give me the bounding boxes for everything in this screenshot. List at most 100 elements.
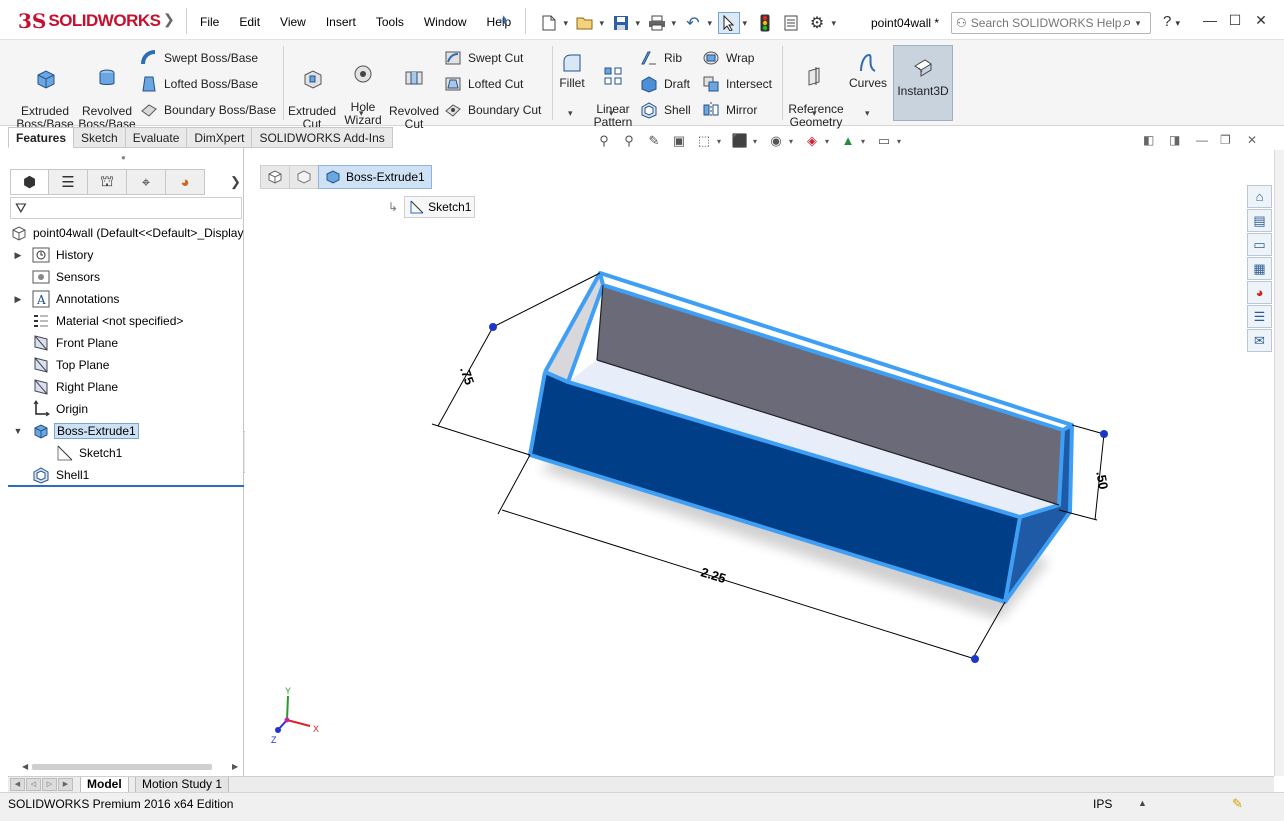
menu-window[interactable]: Window <box>414 15 477 29</box>
open-folder-icon[interactable] <box>574 12 604 34</box>
file-explorer-icon[interactable]: ▭ <box>1247 233 1272 256</box>
wrap-button[interactable]: Wrap <box>702 48 754 68</box>
pin-icon[interactable]: ✈ <box>499 13 510 29</box>
tab-motion-study[interactable]: Motion Study 1 <box>135 777 230 793</box>
close-window-button[interactable]: ✕ <box>1251 12 1271 30</box>
property-manager-tab-icon[interactable]: ☰ <box>49 169 88 195</box>
menu-edit[interactable]: Edit <box>229 15 270 29</box>
tab-model[interactable]: Model <box>80 777 129 793</box>
extruded-cut-button[interactable]: Extruded Cut <box>284 54 340 131</box>
swept-cut-button[interactable]: Swept Cut <box>444 48 523 68</box>
panel-splitter-handle[interactable]: ● <box>121 153 126 162</box>
expand-arrow-icon[interactable]: ▶ <box>13 294 23 305</box>
curves-button[interactable]: Curves <box>848 52 888 90</box>
tree-item-right-plane[interactable]: Right Plane <box>8 376 244 398</box>
tree-item-history[interactable]: ▶ History <box>8 244 244 266</box>
tab-sketch[interactable]: Sketch <box>74 127 126 148</box>
graphics-area[interactable] <box>245 150 1274 776</box>
viewport-maximize-icon[interactable]: ❐ <box>1220 133 1231 147</box>
viewport-restore-icon[interactable]: ◧ <box>1143 133 1154 147</box>
curves-dropdown-icon[interactable]: ▾ <box>865 108 870 119</box>
boundary-boss-button[interactable]: Boundary Boss/Base <box>140 100 276 120</box>
extruded-boss-button[interactable]: Extruded Boss/Base <box>14 54 76 131</box>
appearances-scenes-icon[interactable]: ◕ <box>1247 281 1272 304</box>
rib-button[interactable]: Rib <box>640 48 682 68</box>
tree-item-shell1[interactable]: Shell1 <box>8 464 244 486</box>
scroll-thumb[interactable] <box>32 764 212 770</box>
mirror-button[interactable]: Mirror <box>702 100 757 120</box>
previous-view-icon[interactable]: ✎ <box>644 132 664 150</box>
configuration-manager-tab-icon[interactable]: ⛫ <box>88 169 127 195</box>
tree-item-origin[interactable]: Origin <box>8 398 244 420</box>
rebuild-traffic-light-icon[interactable] <box>754 12 776 34</box>
help-search-box[interactable]: ⚇ ⌕ ▾ <box>951 12 1151 34</box>
tree-item-front-plane[interactable]: Front Plane <box>8 332 244 354</box>
forum-icon[interactable]: ✉ <box>1247 329 1272 352</box>
tab-features[interactable]: Features <box>8 127 75 148</box>
help-search-input[interactable] <box>970 16 1121 30</box>
tree-root-part[interactable]: point04wall (Default<<Default>_Display <box>8 222 244 244</box>
draft-button[interactable]: Draft <box>640 74 690 94</box>
apply-scene-icon[interactable]: ▲ <box>838 132 865 151</box>
collapse-arrow-icon[interactable]: ▼ <box>13 426 23 436</box>
save-icon[interactable] <box>610 12 640 34</box>
menu-insert[interactable]: Insert <box>316 15 366 29</box>
tab-evaluate[interactable]: Evaluate <box>125 127 188 148</box>
solidworks-resources-home-icon[interactable]: ⌂ <box>1247 185 1272 208</box>
tree-item-boss-extrude1[interactable]: ▼ Boss-Extrude1 <box>8 420 244 442</box>
units-selector[interactable]: IPS <box>1093 797 1112 811</box>
lofted-cut-button[interactable]: Lofted Cut <box>444 74 523 94</box>
menu-view[interactable]: View <box>270 15 316 29</box>
menu-file[interactable]: File <box>190 15 229 29</box>
reference-geometry-dropdown-icon[interactable]: ▾ <box>812 108 817 119</box>
fillet-button[interactable]: Fillet <box>556 52 588 90</box>
next-tab-icon[interactable]: ▷ <box>42 778 57 791</box>
viewport-close-icon[interactable]: ✕ <box>1247 133 1257 147</box>
tree-horizontal-scrollbar[interactable]: ◀ ▶ <box>22 762 240 772</box>
chevron-right-icon[interactable]: ❯ <box>163 11 183 31</box>
breadcrumb-body[interactable] <box>289 165 319 189</box>
breadcrumb-sketch[interactable]: Sketch1 <box>404 196 476 218</box>
dimxpert-manager-tab-icon[interactable]: ⌖ <box>127 169 166 195</box>
solidworks-logo[interactable]: 3S SOLIDWORKS <box>18 6 161 36</box>
display-manager-tab-icon[interactable]: ◕ <box>166 169 205 195</box>
tree-item-sensors[interactable]: Sensors <box>8 266 244 288</box>
shell-button[interactable]: Shell <box>640 100 691 120</box>
rollback-bar[interactable] <box>8 485 244 487</box>
linear-pattern-dropdown-icon[interactable]: ▾ <box>609 108 614 119</box>
select-arrow-icon[interactable] <box>718 12 747 34</box>
rebuild-status-icon[interactable]: ✎ <box>1232 796 1243 812</box>
breadcrumb-part[interactable] <box>260 165 290 189</box>
undo-icon[interactable]: ↶ <box>682 12 712 34</box>
section-view-icon[interactable]: ▣ <box>669 132 689 150</box>
search-magnifier-icon[interactable]: ⌕ <box>1123 14 1132 32</box>
custom-properties-icon[interactable]: ☰ <box>1247 305 1272 328</box>
tab-dimxpert[interactable]: DimXpert <box>187 127 253 148</box>
menu-tools[interactable]: Tools <box>366 15 414 29</box>
hole-wizard-dropdown-icon[interactable]: ▾ <box>359 108 364 119</box>
boundary-cut-button[interactable]: Boundary Cut <box>444 100 541 120</box>
maximize-window-button[interactable]: ☐ <box>1225 12 1245 30</box>
feature-manager-tab-icon[interactable]: ⬢ <box>10 169 49 195</box>
print-icon[interactable] <box>646 12 676 34</box>
revolved-cut-button[interactable]: Revolved Cut <box>388 54 440 131</box>
hide-show-items-icon[interactable]: ◉ <box>766 132 793 151</box>
scroll-right-icon[interactable]: ▶ <box>232 762 238 771</box>
help-question-icon[interactable]: ? ▾ <box>1163 13 1180 30</box>
fillet-dropdown-icon[interactable]: ▾ <box>568 108 573 119</box>
tab-solidworks-addins[interactable]: SOLIDWORKS Add-Ins <box>252 127 393 148</box>
tree-filter-box[interactable]: ⛛ <box>10 197 242 219</box>
zoom-to-area-icon[interactable]: ⚲ <box>619 132 639 150</box>
display-style-icon[interactable]: ⬛ <box>730 132 757 151</box>
intersect-button[interactable]: Intersect <box>702 74 772 94</box>
design-library-icon[interactable]: ▤ <box>1247 209 1272 232</box>
edit-appearance-icon[interactable]: ◈ <box>802 132 829 151</box>
tree-item-material[interactable]: Material <not specified> <box>8 310 244 332</box>
view-settings-icon[interactable]: ▭ <box>874 132 901 151</box>
file-properties-icon[interactable] <box>780 12 802 34</box>
lofted-boss-button[interactable]: Lofted Boss/Base <box>140 74 258 94</box>
minimize-window-button[interactable]: — <box>1200 12 1220 30</box>
zoom-to-fit-icon[interactable]: ⚲ <box>594 132 614 150</box>
options-gear-icon[interactable]: ⚙ <box>806 12 836 34</box>
tree-item-annotations[interactable]: ▶ A Annotations <box>8 288 244 310</box>
